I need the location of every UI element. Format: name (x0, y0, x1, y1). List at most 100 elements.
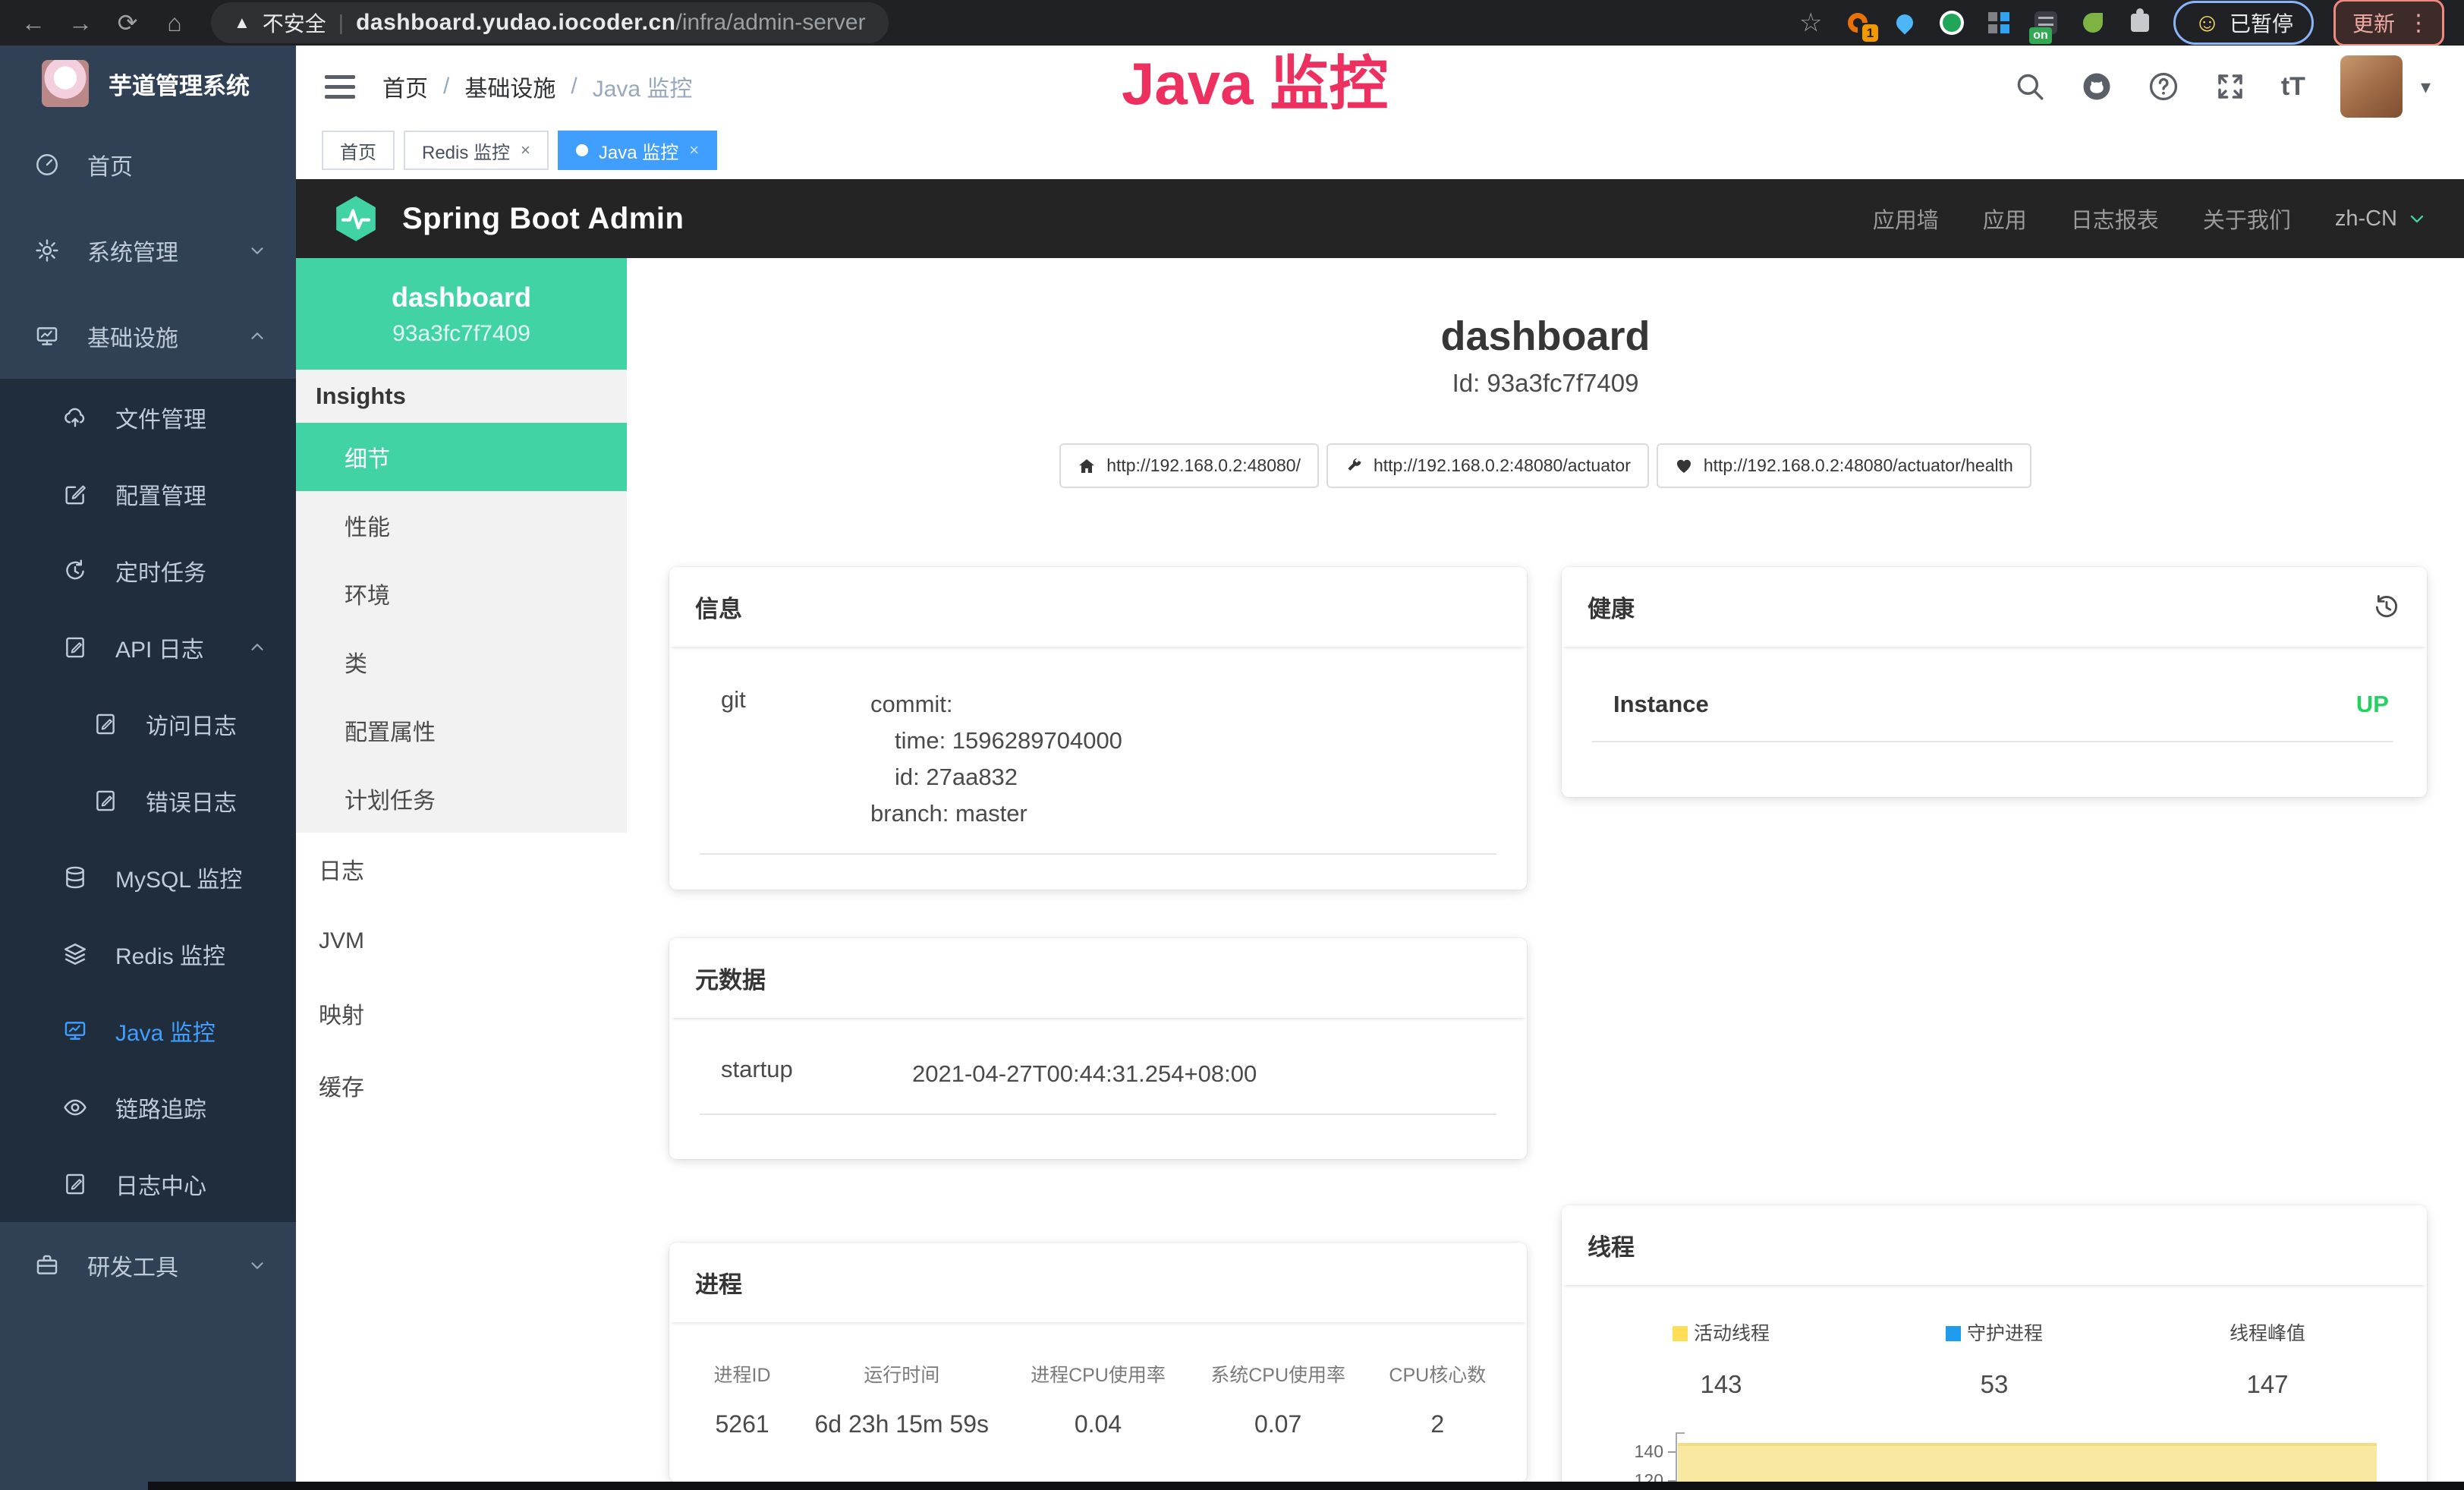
sidebar-item-label: 首页 (87, 148, 267, 181)
browser-menu-icon[interactable]: ⋮ (2407, 10, 2430, 36)
sidebar-item-log-center[interactable]: 日志中心 (0, 1145, 296, 1222)
url-host: dashboard.yudao.iocoder.cn (356, 10, 675, 35)
browser-home-icon[interactable]: ⌂ (161, 9, 188, 37)
instance-nav-logs[interactable]: 日志 (296, 833, 627, 905)
sidebar-item-home[interactable]: 首页 (0, 121, 296, 207)
sba-nav-journal[interactable]: 日志报表 (2071, 203, 2159, 235)
help-icon[interactable] (2148, 71, 2179, 102)
column-header: 进程ID (689, 1360, 795, 1388)
sidebar-item-error-logs[interactable]: 错误日志 (0, 762, 296, 839)
extension-icon-6[interactable] (2079, 9, 2107, 36)
link-url: http://192.168.0.2:48080/actuator/health (1704, 455, 2013, 476)
github-icon[interactable] (2081, 71, 2113, 102)
tab-label: Java 监控 (599, 137, 678, 164)
sidebar-item-infra[interactable]: 基础设施 (0, 293, 296, 379)
sba-nav-applications[interactable]: 应用 (1983, 203, 2027, 235)
sba-nav-wallboard[interactable]: 应用墙 (1873, 203, 1939, 235)
instance-nav-environment[interactable]: 环境 (296, 559, 627, 628)
instance-nav-details[interactable]: 细节 (296, 423, 627, 491)
extension-icon-4[interactable] (1985, 9, 2012, 36)
fullscreen-icon[interactable] (2214, 71, 2246, 102)
link-url: http://192.168.0.2:48080/ (1106, 455, 1301, 476)
legend-value: 143 (1584, 1370, 1858, 1399)
tab-bar: 首页 Redis 监控 × Java 监控 × (296, 128, 2464, 179)
sidebar-item-label: 研发工具 (87, 1249, 220, 1282)
chevron-down-icon (247, 241, 267, 260)
legend-daemon-threads: 守护进程 53 (1858, 1318, 2131, 1399)
status-badge: UP (2356, 691, 2389, 718)
instance-nav-config-props[interactable]: 配置属性 (296, 696, 627, 764)
browser-back-icon[interactable]: ← (20, 9, 47, 37)
health-card: 健康 Instance UP (1562, 567, 2427, 797)
y-tick: 140 (1635, 1441, 1676, 1462)
metadata-card: 元数据 startup 2021-04-27T00:44:31.254+08:0… (669, 938, 1527, 1159)
extension-icon-3[interactable] (1938, 9, 1965, 36)
sidebar-item-trace[interactable]: 链路追踪 (0, 1069, 296, 1145)
history-icon[interactable] (2372, 593, 2401, 622)
health-url-link[interactable]: http://192.168.0.2:48080/actuator/health (1657, 443, 2031, 488)
instance-nav-mappings[interactable]: 映射 (296, 977, 627, 1049)
locale-select[interactable]: zh-CN (2335, 206, 2428, 232)
font-size-icon[interactable]: tT (2281, 72, 2305, 102)
app-sidebar: 芋道管理系统 首页 系统管理 基础设施 文件管理 (0, 46, 296, 1490)
sidebar-item-devtools[interactable]: 研发工具 (0, 1222, 296, 1308)
instance-nav-jvm[interactable]: JVM (296, 905, 627, 977)
legend-live-threads: 活动线程 143 (1584, 1318, 1858, 1399)
monitor-icon (34, 323, 60, 349)
sidebar-item-label: MySQL 监控 (115, 861, 267, 894)
sidebar-item-config-management[interactable]: 配置管理 (0, 455, 296, 532)
browser-reload-icon[interactable]: ⟳ (114, 8, 141, 37)
extension-icon-1[interactable]: 1 (1844, 9, 1871, 36)
legend-label: 守护进程 (1967, 1323, 2043, 1344)
paused-badge[interactable]: ☺ 已暂停 (2173, 1, 2314, 45)
tab-label: 首页 (340, 137, 376, 164)
bookmark-star-icon[interactable]: ☆ (1797, 8, 1824, 38)
instance-nav-metrics[interactable]: 性能 (296, 491, 627, 559)
extension-icon-5[interactable]: on (2032, 9, 2060, 36)
breadcrumb-infra[interactable]: 基础设施 (464, 70, 555, 103)
tab-close-icon[interactable]: × (689, 140, 699, 160)
avatar[interactable] (2340, 55, 2403, 118)
actuator-url-link[interactable]: http://192.168.0.2:48080/actuator (1326, 443, 1649, 488)
wrench-icon (1345, 457, 1363, 475)
avatar-caret-icon[interactable]: ▾ (2421, 75, 2431, 99)
sidebar-item-system[interactable]: 系统管理 (0, 207, 296, 293)
tab-redis-monitor[interactable]: Redis 监控 × (404, 131, 549, 170)
legend-value: 53 (1858, 1370, 2131, 1399)
insights-section-title: Insights (296, 370, 627, 423)
document-pen-icon (62, 635, 88, 660)
metadata-value: 2021-04-27T00:44:31.254+08:00 (912, 1056, 1496, 1092)
browser-forward-icon[interactable]: → (67, 9, 94, 37)
tab-close-icon[interactable]: × (521, 140, 530, 160)
address-bar[interactable]: ▲ 不安全 | dashboard.yudao.iocoder.cn/infra… (211, 2, 889, 43)
sba-nav-about[interactable]: 关于我们 (2203, 203, 2291, 235)
sidebar-item-java-monitor[interactable]: Java 监控 (0, 992, 296, 1069)
breadcrumb: 首页 / 基础设施 / Java 监控 (382, 70, 692, 103)
sidebar-fold-icon[interactable] (325, 75, 355, 99)
service-url-link[interactable]: http://192.168.0.2:48080/ (1059, 443, 1319, 488)
instance-nav-scheduled[interactable]: 计划任务 (296, 764, 627, 833)
app-logo-row[interactable]: 芋道管理系统 (0, 46, 296, 121)
extension-puzzle-icon[interactable] (2126, 9, 2154, 36)
instance-nav-caches[interactable]: 缓存 (296, 1049, 627, 1121)
search-icon[interactable] (2014, 71, 2046, 102)
sidebar-item-label: 错误日志 (146, 784, 267, 817)
url-path: /infra/admin-server (676, 10, 866, 35)
sidebar-item-api-logs[interactable]: API 日志 (0, 609, 296, 685)
gear-icon (34, 238, 60, 263)
sidebar-item-scheduled-tasks[interactable]: 定时任务 (0, 532, 296, 609)
tab-home[interactable]: 首页 (322, 131, 395, 170)
instance-nav-classes[interactable]: 类 (296, 628, 627, 696)
breadcrumb-home[interactable]: 首页 (382, 70, 428, 103)
sidebar-item-file-management[interactable]: 文件管理 (0, 379, 296, 455)
extension-icon-2[interactable] (1891, 9, 1918, 36)
process-uptime-col: 运行时间 6d 23h 15m 59s (795, 1360, 1008, 1438)
update-button[interactable]: 更新 ⋮ (2333, 0, 2444, 46)
sidebar-item-mysql-monitor[interactable]: MySQL 监控 (0, 839, 296, 915)
sidebar-item-access-logs[interactable]: 访问日志 (0, 685, 296, 762)
sidebar-item-redis-monitor[interactable]: Redis 监控 (0, 915, 296, 992)
app-logo-image (42, 60, 89, 107)
process-card-title: 进程 (669, 1243, 1527, 1322)
tab-java-monitor[interactable]: Java 监控 × (558, 131, 717, 170)
infra-submenu: 文件管理 配置管理 定时任务 API 日志 访问日志 (0, 379, 296, 1222)
